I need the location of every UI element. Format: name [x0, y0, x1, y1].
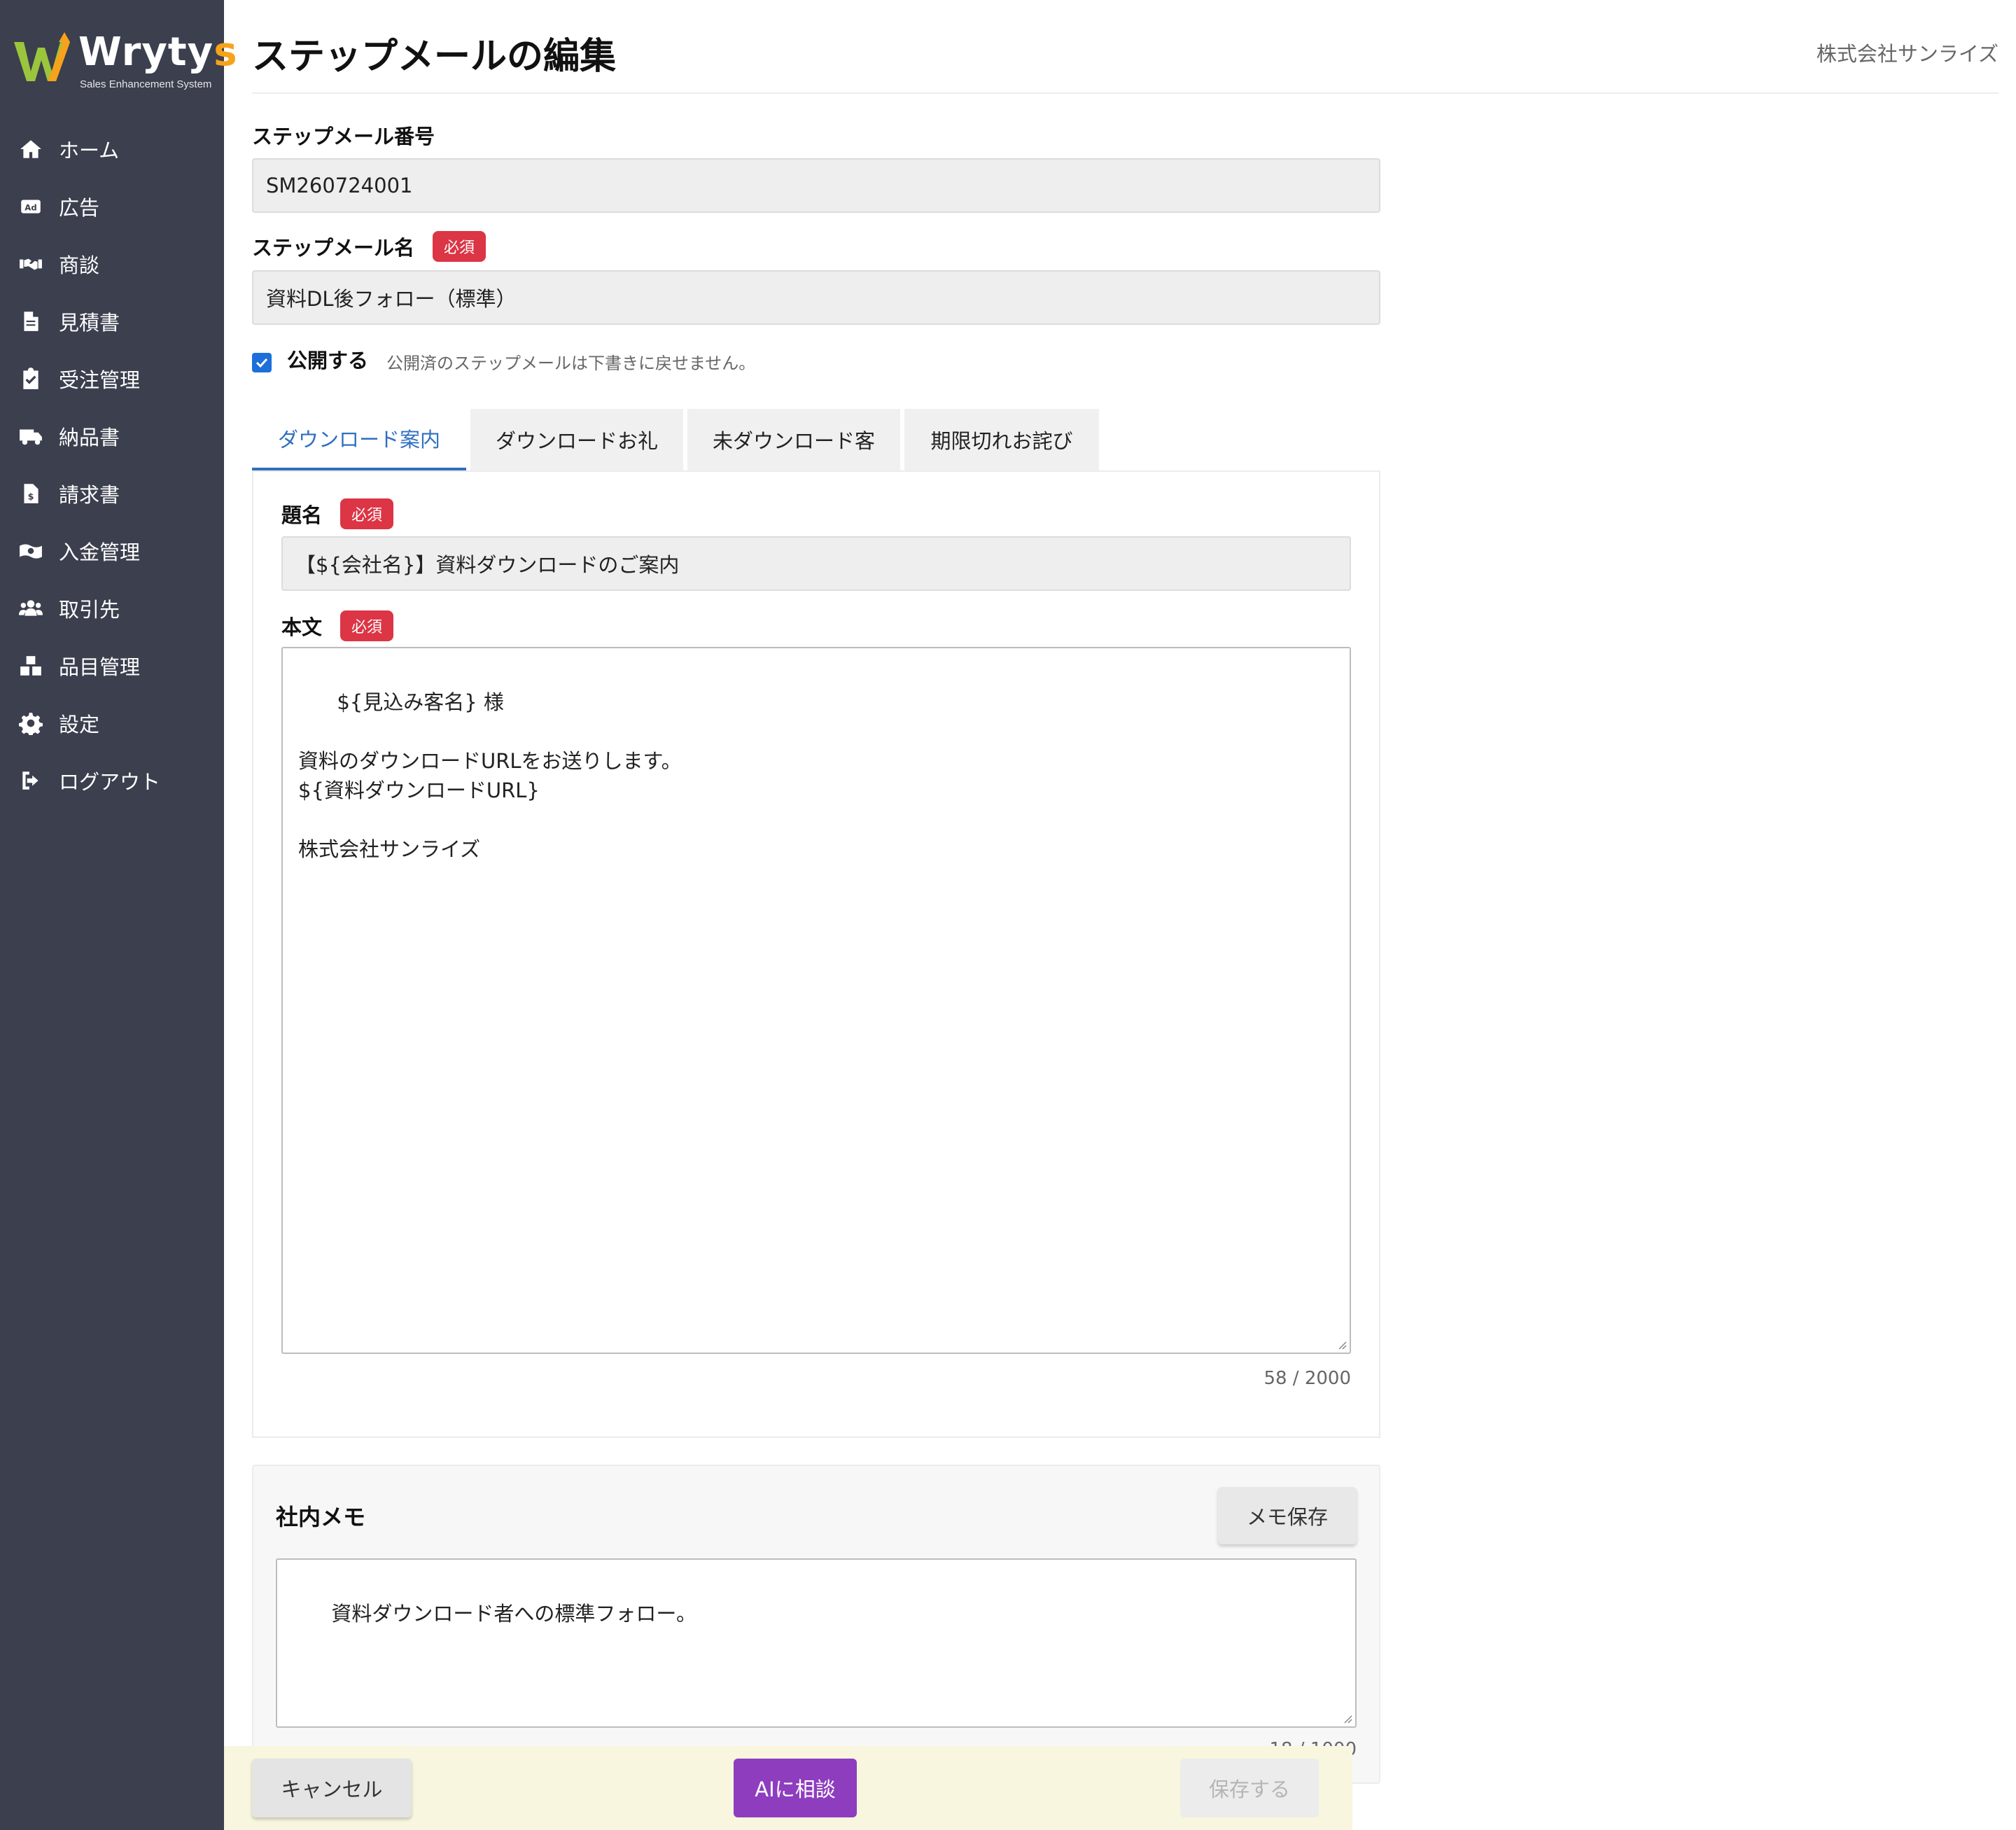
tab-download-guide[interactable]: ダウンロード案内 [252, 409, 466, 470]
sidebar-item-quotes[interactable]: 見積書 [0, 293, 224, 350]
truck-icon [17, 422, 45, 450]
sidebar-item-label: 設定 [59, 713, 100, 736]
logo-mark-icon [14, 32, 70, 81]
sidebar-item-home[interactable]: ホーム [0, 120, 224, 178]
money-icon [17, 537, 45, 565]
step-mail-name-label: ステップメール名 必須 [252, 231, 486, 262]
ai-consult-button[interactable]: AIに相談 [734, 1759, 857, 1817]
sidebar-item-label: 納品書 [59, 426, 120, 449]
sidebar-item-label: 品目管理 [59, 655, 141, 679]
body-char-counter: 58 / 2000 [1264, 1368, 1351, 1389]
cancel-button[interactable]: キャンセル [252, 1759, 412, 1817]
publish-checkbox[interactable] [252, 353, 272, 372]
company-name: 株式会社サンライズ [1816, 42, 1998, 66]
sidebar-item-label: 入金管理 [59, 540, 141, 564]
page-header: ステップメールの編集 株式会社サンライズ [252, 0, 1998, 94]
sidebar-item-label: 見積書 [59, 311, 120, 335]
body-label: 本文 必須 [281, 610, 394, 641]
sidebar-item-invoices[interactable]: $ 請求書 [0, 465, 224, 522]
memo-title: 社内メモ [276, 1504, 366, 1530]
boxes-icon [17, 652, 45, 680]
sidebar-item-label: 請求書 [59, 483, 120, 507]
tab-not-downloaded[interactable]: 未ダウンロード客 [687, 409, 900, 470]
memo-text: 資料ダウンロード者への標準フォロー。 [331, 1602, 697, 1626]
sidebar-item-ads[interactable]: Ad 広告 [0, 178, 224, 235]
memo-save-button[interactable]: メモ保存 [1218, 1487, 1357, 1544]
required-badge: 必須 [433, 231, 486, 262]
step-mail-number-label-text: ステップメール番号 [252, 125, 435, 148]
brand-tagline: Sales Enhancement System [80, 78, 212, 90]
memo-textarea[interactable]: 資料ダウンロード者への標準フォロー。 [276, 1558, 1357, 1728]
step-mail-number-label: ステップメール番号 [252, 120, 435, 150]
mail-editor-panel: 題名 必須 【${会社名}】資料ダウンロードのご案内 本文 必須 ${見込み客名… [252, 470, 1380, 1438]
check-icon [255, 358, 268, 368]
step-mail-name-field: 資料DL後フォロー（標準） [252, 270, 1380, 325]
body-label-text: 本文 [281, 615, 323, 639]
required-badge: 必須 [340, 498, 394, 529]
bottom-action-bar: キャンセル AIに相談 保存する [224, 1746, 1352, 1830]
publish-row: 公開する 公開済のステップメールは下書きに戻せません。 [252, 344, 755, 374]
sidebar: Wrytys Sales Enhancement System ホーム Ad 広… [0, 0, 237, 1830]
subject-label-text: 題名 [281, 503, 323, 527]
page-title: ステップメールの編集 [252, 36, 617, 78]
save-button[interactable]: 保存する [1180, 1759, 1319, 1817]
sidebar-item-label: 広告 [59, 196, 100, 220]
gear-icon [17, 709, 45, 737]
body-text: ${見込み客名} 様 資料のダウンロードURLをお送りします。 ${資料ダウンロ… [298, 690, 682, 861]
internal-memo-card: 社内メモ メモ保存 資料ダウンロード者への標準フォロー。 18 / 1000 [252, 1465, 1380, 1784]
subject-input[interactable]: 【${会社名}】資料ダウンロードのご案内 [281, 536, 1351, 591]
ad-icon: Ad [17, 193, 45, 221]
sidebar-nav: ホーム Ad 広告 商談 見積書 受注管理 納品書 $ 請求書 入金管理 取引先… [0, 120, 224, 809]
brand-logo[interactable]: Wrytys Sales Enhancement System [14, 28, 237, 91]
sidebar-item-label: ログアウト [59, 770, 161, 794]
sidebar-item-label: ホーム [59, 139, 120, 162]
step-mail-name-label-text: ステップメール名 [252, 236, 415, 260]
body-textarea[interactable]: ${見込み客名} 様 資料のダウンロードURLをお送りします。 ${資料ダウンロ… [281, 647, 1351, 1354]
sidebar-item-orders[interactable]: 受注管理 [0, 350, 224, 407]
logout-icon [17, 767, 45, 795]
brand-name-accent: s [214, 29, 238, 75]
tab-download-thanks[interactable]: ダウンロードお礼 [470, 409, 683, 470]
mail-tabs: ダウンロード案内 ダウンロードお礼 未ダウンロード客 期限切れお詫び [252, 409, 1103, 470]
sidebar-item-items[interactable]: 品目管理 [0, 637, 224, 694]
subject-label: 題名 必須 [281, 498, 394, 529]
sidebar-item-deals[interactable]: 商談 [0, 235, 224, 293]
step-mail-number-field: SM260724001 [252, 158, 1380, 213]
home-icon [17, 135, 45, 163]
tab-expired-apology[interactable]: 期限切れお詫び [904, 409, 1099, 470]
brand-name-main: Wryty [78, 29, 214, 75]
publish-note: 公開済のステップメールは下書きに戻せません。 [386, 353, 756, 373]
sidebar-item-delivery[interactable]: 納品書 [0, 407, 224, 465]
document-icon [17, 307, 45, 335]
users-icon [17, 594, 45, 622]
svg-text:Ad: Ad [24, 202, 36, 212]
svg-text:$: $ [28, 492, 34, 503]
required-badge: 必須 [340, 610, 394, 641]
sidebar-item-payments[interactable]: 入金管理 [0, 522, 224, 580]
brand-name: Wrytys [78, 29, 238, 75]
handshake-icon [17, 250, 45, 278]
sidebar-item-settings[interactable]: 設定 [0, 694, 224, 752]
resize-handle-icon[interactable] [1341, 1712, 1352, 1724]
invoice-icon: $ [17, 480, 45, 508]
sidebar-item-label: 取引先 [59, 598, 120, 622]
sidebar-item-label: 商談 [59, 253, 100, 277]
sidebar-item-clients[interactable]: 取引先 [0, 580, 224, 637]
resize-handle-icon[interactable] [1336, 1339, 1347, 1350]
sidebar-item-logout[interactable]: ログアウト [0, 752, 224, 809]
clipboard-check-icon [17, 365, 45, 393]
sidebar-item-label: 受注管理 [59, 368, 141, 392]
publish-label[interactable]: 公開する [287, 344, 368, 374]
